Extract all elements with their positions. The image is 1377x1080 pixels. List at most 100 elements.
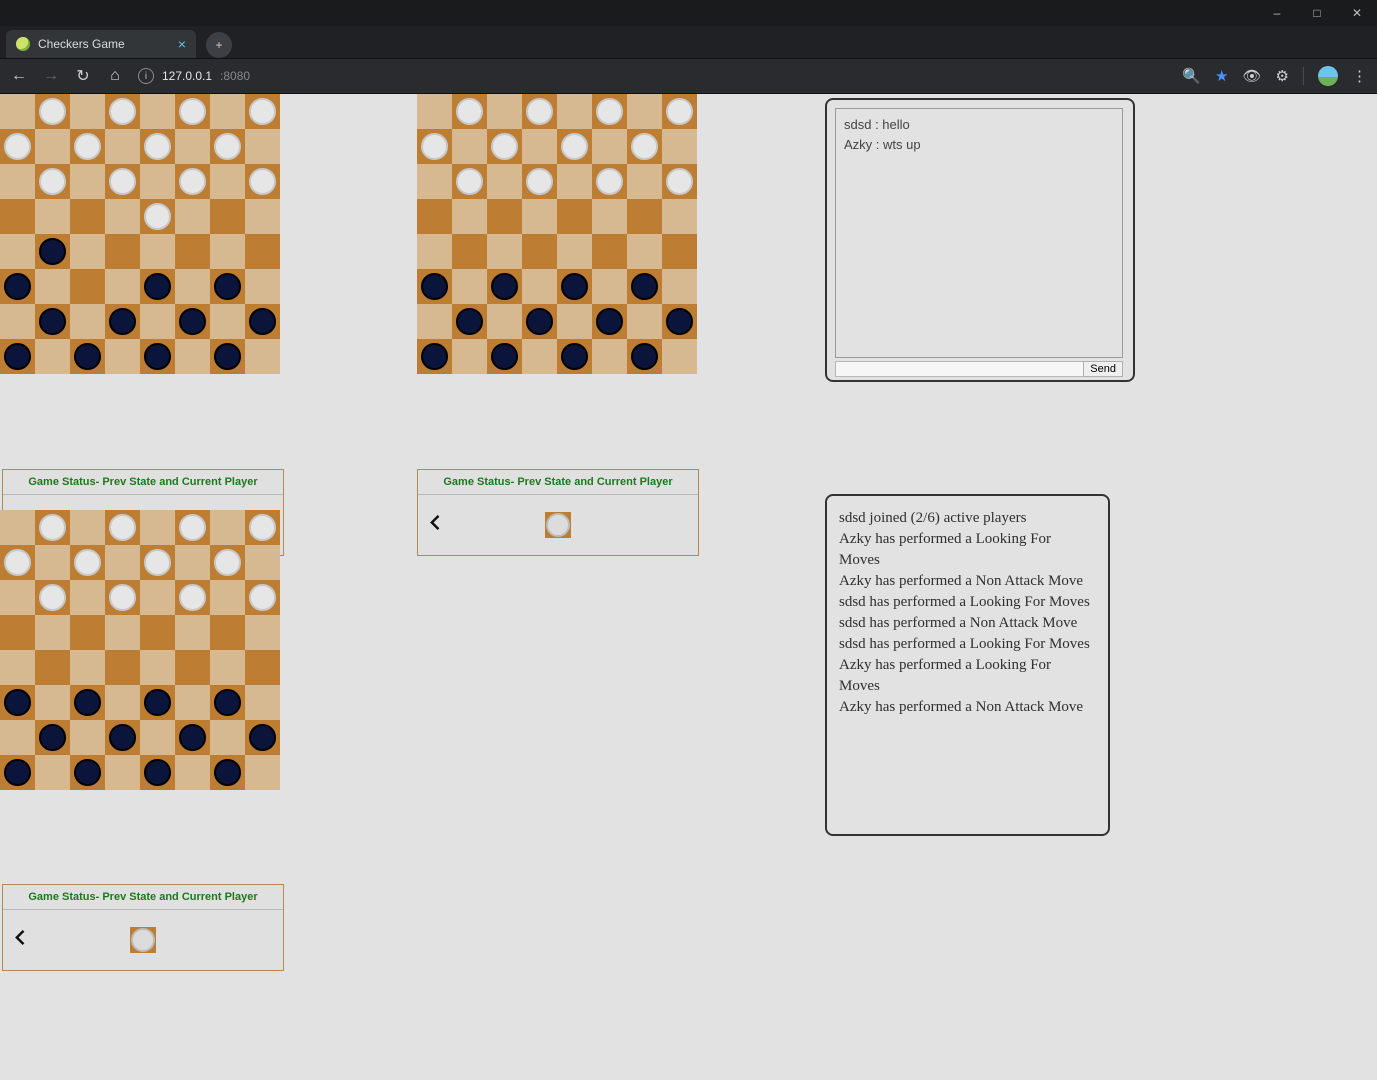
board-square[interactable] [140, 129, 175, 164]
board-square[interactable] [557, 94, 592, 129]
board-square[interactable] [105, 755, 140, 790]
black-piece[interactable] [4, 343, 31, 370]
black-piece[interactable] [456, 308, 483, 335]
board-square[interactable] [210, 685, 245, 720]
board-square[interactable] [140, 545, 175, 580]
board-square[interactable] [140, 199, 175, 234]
black-piece[interactable] [666, 308, 693, 335]
checkers-board[interactable] [0, 510, 280, 790]
board-square[interactable] [0, 650, 35, 685]
board-square[interactable] [210, 234, 245, 269]
board-square[interactable] [35, 94, 70, 129]
board-square[interactable] [210, 755, 245, 790]
board-square[interactable] [592, 339, 627, 374]
white-piece[interactable] [666, 98, 693, 125]
board-square[interactable] [175, 545, 210, 580]
board-square[interactable] [140, 269, 175, 304]
board-square[interactable] [0, 685, 35, 720]
board-square[interactable] [35, 545, 70, 580]
white-piece[interactable] [109, 514, 136, 541]
black-piece[interactable] [596, 308, 623, 335]
white-piece[interactable] [526, 168, 553, 195]
black-piece[interactable] [39, 724, 66, 751]
checkers-board[interactable] [417, 94, 697, 374]
board-square[interactable] [627, 234, 662, 269]
tab-checkers-game[interactable]: Checkers Game × [6, 30, 196, 58]
board-square[interactable] [175, 129, 210, 164]
board-square[interactable] [0, 339, 35, 374]
board-square[interactable] [210, 129, 245, 164]
board-square[interactable] [210, 720, 245, 755]
board-square[interactable] [557, 129, 592, 164]
black-piece[interactable] [421, 343, 448, 370]
white-piece[interactable] [596, 98, 623, 125]
board-square[interactable] [245, 304, 280, 339]
black-piece[interactable] [421, 273, 448, 300]
board-square[interactable] [662, 94, 697, 129]
board-square[interactable] [592, 304, 627, 339]
board-square[interactable] [105, 94, 140, 129]
white-piece[interactable] [4, 549, 31, 576]
white-piece[interactable] [249, 584, 276, 611]
chat-send-button[interactable]: Send [1083, 361, 1123, 377]
board-square[interactable] [175, 615, 210, 650]
board-square[interactable] [35, 720, 70, 755]
board-square[interactable] [70, 685, 105, 720]
board-square[interactable] [522, 164, 557, 199]
board-square[interactable] [35, 510, 70, 545]
board-square[interactable] [175, 720, 210, 755]
board-square[interactable] [417, 164, 452, 199]
board-square[interactable] [70, 164, 105, 199]
white-piece[interactable] [144, 133, 171, 160]
board-square[interactable] [627, 269, 662, 304]
black-piece[interactable] [214, 689, 241, 716]
board-square[interactable] [175, 650, 210, 685]
black-piece[interactable] [144, 273, 171, 300]
board-square[interactable] [70, 545, 105, 580]
board-square[interactable] [140, 164, 175, 199]
board-square[interactable] [452, 164, 487, 199]
board-square[interactable] [35, 269, 70, 304]
board-square[interactable] [522, 94, 557, 129]
board-square[interactable] [245, 615, 280, 650]
board-square[interactable] [245, 234, 280, 269]
board-square[interactable] [105, 720, 140, 755]
board-square[interactable] [175, 199, 210, 234]
board-square[interactable] [105, 510, 140, 545]
board-square[interactable] [662, 339, 697, 374]
black-piece[interactable] [39, 238, 66, 265]
board-square[interactable] [487, 94, 522, 129]
nav-home-icon[interactable]: ⌂ [106, 67, 124, 85]
site-info-icon[interactable]: i [138, 68, 154, 84]
board-square[interactable] [592, 94, 627, 129]
profile-avatar-icon[interactable] [1318, 66, 1338, 86]
board-square[interactable] [105, 615, 140, 650]
board-square[interactable] [627, 94, 662, 129]
extension-icon[interactable]: 👁 [1243, 67, 1262, 85]
board-square[interactable] [245, 129, 280, 164]
prev-state-button[interactable] [426, 513, 446, 538]
board-square[interactable] [140, 615, 175, 650]
board-square[interactable] [557, 234, 592, 269]
prev-state-button[interactable] [11, 928, 31, 953]
board-square[interactable] [245, 720, 280, 755]
black-piece[interactable] [4, 759, 31, 786]
board-square[interactable] [210, 545, 245, 580]
white-piece[interactable] [214, 133, 241, 160]
white-piece[interactable] [561, 133, 588, 160]
board-square[interactable] [70, 94, 105, 129]
board-square[interactable] [245, 545, 280, 580]
board-square[interactable] [662, 199, 697, 234]
board-square[interactable] [417, 94, 452, 129]
board-square[interactable] [245, 650, 280, 685]
white-piece[interactable] [421, 133, 448, 160]
board-square[interactable] [105, 580, 140, 615]
board-square[interactable] [0, 129, 35, 164]
board-square[interactable] [487, 304, 522, 339]
board-square[interactable] [417, 234, 452, 269]
board-square[interactable] [70, 510, 105, 545]
black-piece[interactable] [249, 724, 276, 751]
window-minimize-button[interactable]: ‒ [1257, 0, 1297, 26]
board-square[interactable] [452, 304, 487, 339]
tab-close-icon[interactable]: × [178, 36, 186, 52]
